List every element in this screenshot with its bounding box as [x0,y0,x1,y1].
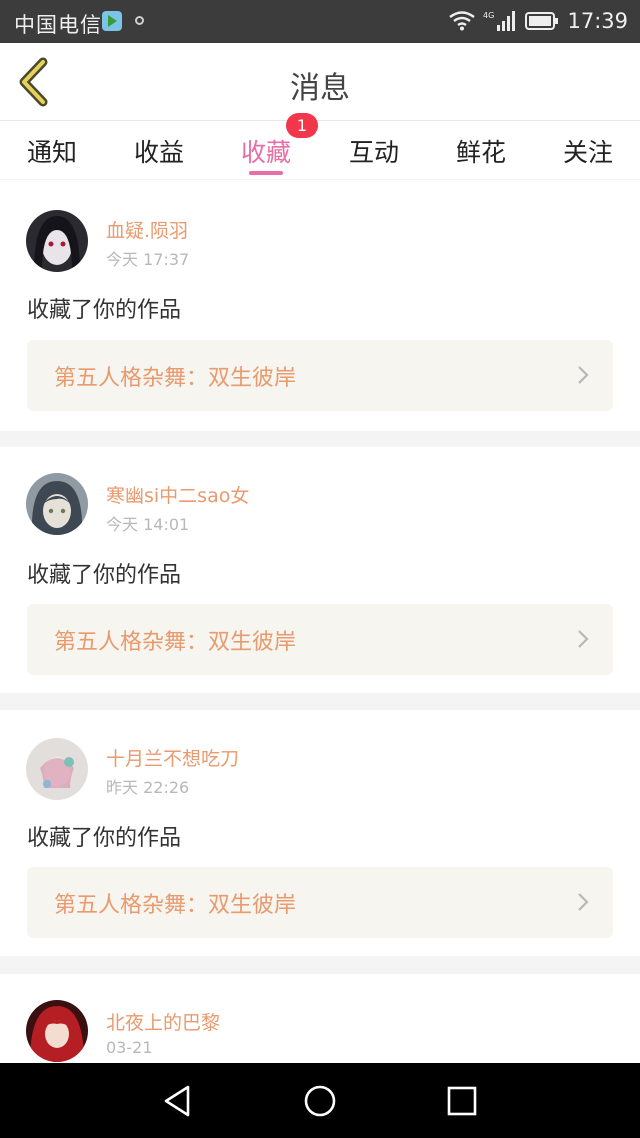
tab-follows[interactable]: 关注 [538,133,638,169]
nav-recents-icon[interactable] [444,1083,480,1119]
message-card: 北夜上的巴黎 03-21 [0,974,640,1063]
chevron-right-icon [578,630,589,648]
battery-icon [525,12,559,30]
wifi-icon [449,11,476,31]
system-navigation-bar [0,1063,640,1138]
work-link[interactable]: 第五人格杂舞：双生彼岸 [27,604,613,675]
page-title: 消息 [290,71,350,106]
tab-flowers[interactable]: 鲜花 [431,133,531,169]
username[interactable]: 北夜上的巴黎 [106,1008,220,1035]
favorites-count-badge: 1 [286,113,318,138]
avatar[interactable] [26,738,88,800]
header: 消息 [0,43,640,121]
username[interactable]: 血疑.陨羽 [106,216,188,243]
active-tab-indicator [249,171,283,175]
avatar[interactable] [26,473,88,535]
tab-favorites[interactable]: 收藏 [216,133,316,169]
avatar[interactable] [26,1000,88,1062]
work-link[interactable]: 第五人格杂舞：双生彼岸 [27,340,613,411]
timestamp: 今天 17:37 [106,250,190,269]
action-text: 收藏了你的作品 [27,563,182,588]
work-title: 第五人格杂舞：双生彼岸 [54,630,297,655]
nav-home-icon[interactable] [302,1083,338,1119]
username[interactable]: 寒幽si中二sao女 [106,481,249,508]
timestamp: 03-21 [106,1038,153,1057]
notification-dot-icon [135,16,144,25]
signal-icon: 4G [483,11,516,31]
action-text: 收藏了你的作品 [27,298,182,323]
message-card: 十月兰不想吃刀 昨天 22:26 收藏了你的作品 第五人格杂舞：双生彼岸 [0,710,640,956]
work-title: 第五人格杂舞：双生彼岸 [54,366,297,391]
carrier-label: 中国电信 [14,13,102,37]
status-bar: 中国电信 4G 17:39 [0,0,640,43]
tab-bar: 通知 收益 收藏 互动 鲜花 关注 [0,121,640,179]
work-link[interactable]: 第五人格杂舞：双生彼岸 [27,867,613,938]
message-card: 血疑.陨羽 今天 17:37 收藏了你的作品 第五人格杂舞：双生彼岸 [0,180,640,431]
timestamp: 昨天 22:26 [106,778,190,797]
nav-back-icon[interactable] [160,1083,196,1119]
avatar[interactable] [26,210,88,272]
action-text: 收藏了你的作品 [27,826,182,851]
clock: 17:39 [567,9,628,33]
tab-notifications[interactable]: 通知 [2,133,102,169]
chevron-right-icon [578,893,589,911]
video-app-icon [102,11,122,31]
network-type-label: 4G [483,11,494,20]
username[interactable]: 十月兰不想吃刀 [106,744,239,771]
work-title: 第五人格杂舞：双生彼岸 [54,893,297,918]
message-card: 寒幽si中二sao女 今天 14:01 收藏了你的作品 第五人格杂舞：双生彼岸 [0,447,640,693]
tab-earnings[interactable]: 收益 [109,133,209,169]
timestamp: 今天 14:01 [106,515,190,534]
tab-interactions[interactable]: 互动 [324,133,424,169]
chevron-right-icon [578,366,589,384]
